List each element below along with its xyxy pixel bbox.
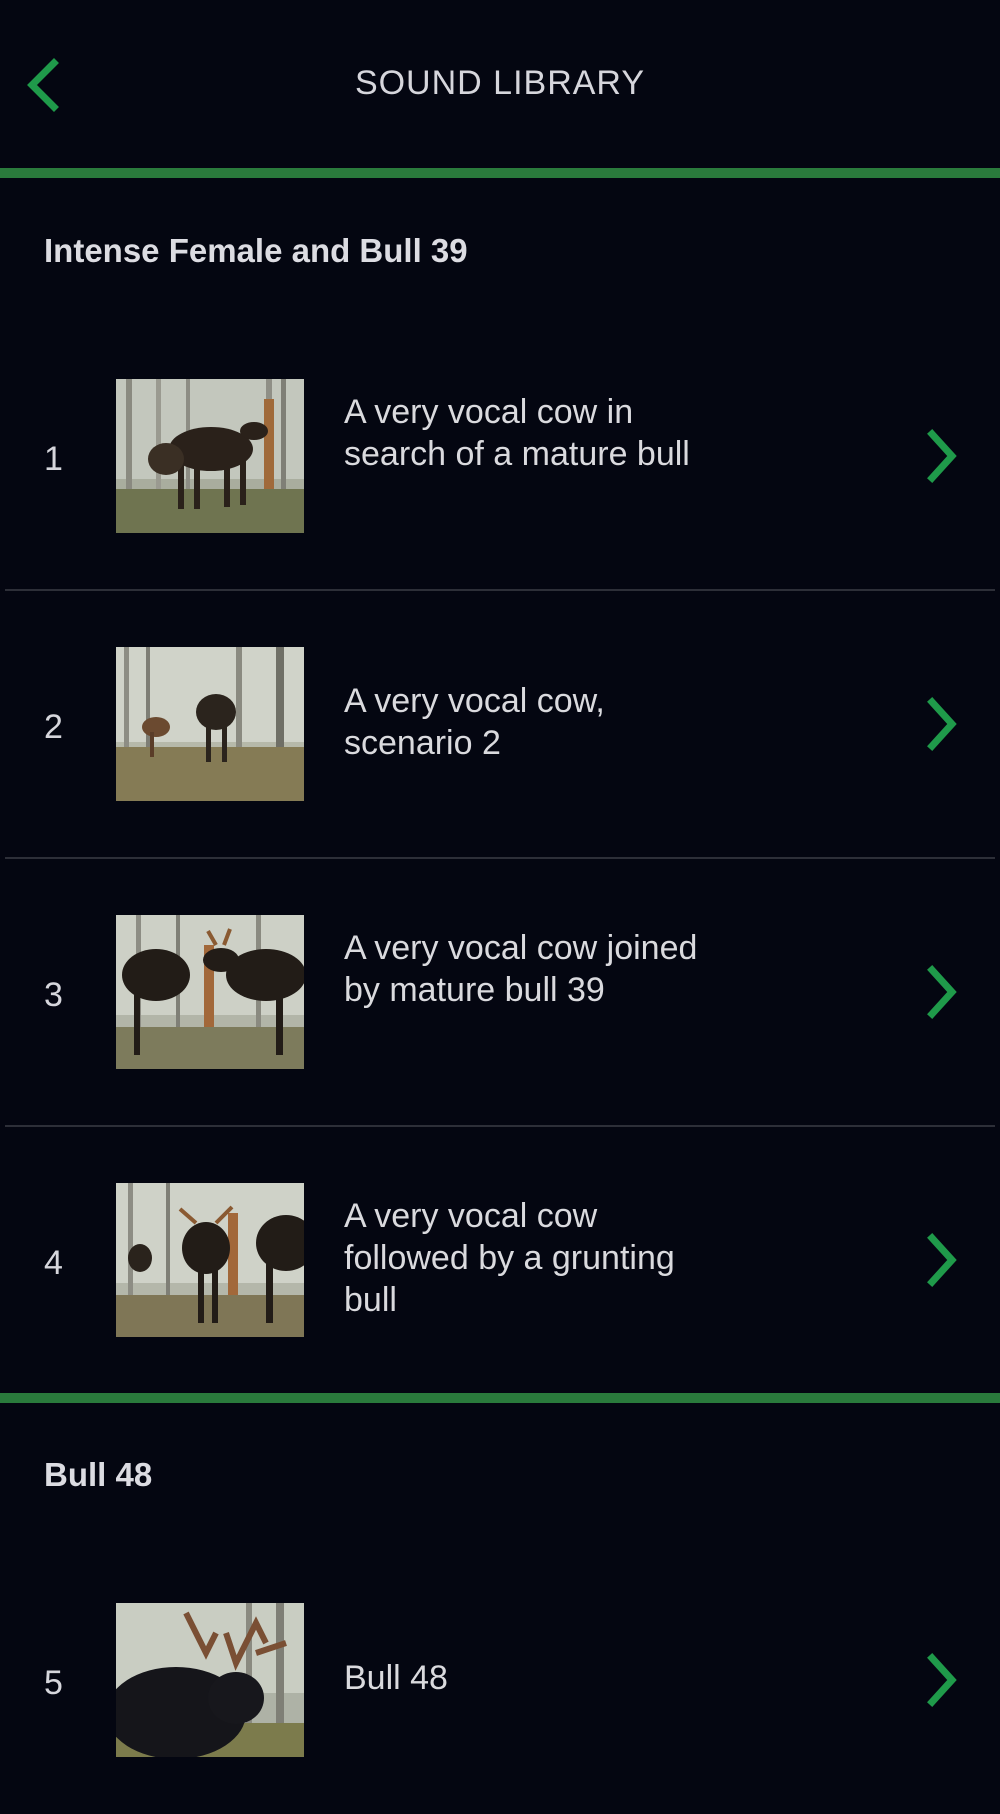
section-divider (0, 168, 1000, 178)
thumbnail-image (116, 379, 304, 533)
chevron-right-icon[interactable] (922, 694, 962, 754)
item-number: 1 (44, 440, 63, 478)
list-item-1[interactable]: 1 A very vocal cow in search of a mature… (0, 322, 1000, 590)
item-description: A very vocal cow in search of a mature b… (344, 393, 690, 473)
chevron-right-icon[interactable] (922, 1230, 962, 1290)
item-description: A very vocal cow followed by a grunting … (344, 1197, 675, 1319)
item-description: A very vocal cow, scenario 2 (344, 682, 605, 762)
thumbnail-image (116, 915, 304, 1069)
section-title: Intense Female and Bull 39 (44, 232, 468, 269)
thumbnail-image (116, 1603, 304, 1757)
list-item-2[interactable]: 2 A very vocal cow, scenario 2 (0, 590, 1000, 858)
item-number: 5 (44, 1664, 63, 1702)
header-bar: SOUND LIBRARY (0, 0, 1000, 168)
section-divider (0, 1393, 1000, 1403)
page-title: SOUND LIBRARY (354, 64, 646, 102)
chevron-right-icon[interactable] (922, 962, 962, 1022)
chevron-right-icon[interactable] (922, 1650, 962, 1710)
item-number: 3 (44, 976, 63, 1014)
item-number: 2 (44, 708, 63, 746)
chevron-right-icon[interactable] (922, 426, 962, 486)
item-description: Bull 48 (344, 1659, 448, 1697)
section-title: Bull 48 (44, 1456, 153, 1493)
thumbnail-image (116, 647, 304, 801)
thumbnail-image (116, 1183, 304, 1337)
item-description: A very vocal cow joined by mature bull 3… (344, 929, 698, 1009)
list-item-4[interactable]: 4 A very vocal cow followed by a gruntin… (0, 1126, 1000, 1394)
list-item-5[interactable]: 5 Bull 48 (0, 1546, 1000, 1814)
list-item-3[interactable]: 3 A very vocal cow joined by mature bull… (0, 858, 1000, 1126)
item-number: 4 (44, 1244, 63, 1282)
